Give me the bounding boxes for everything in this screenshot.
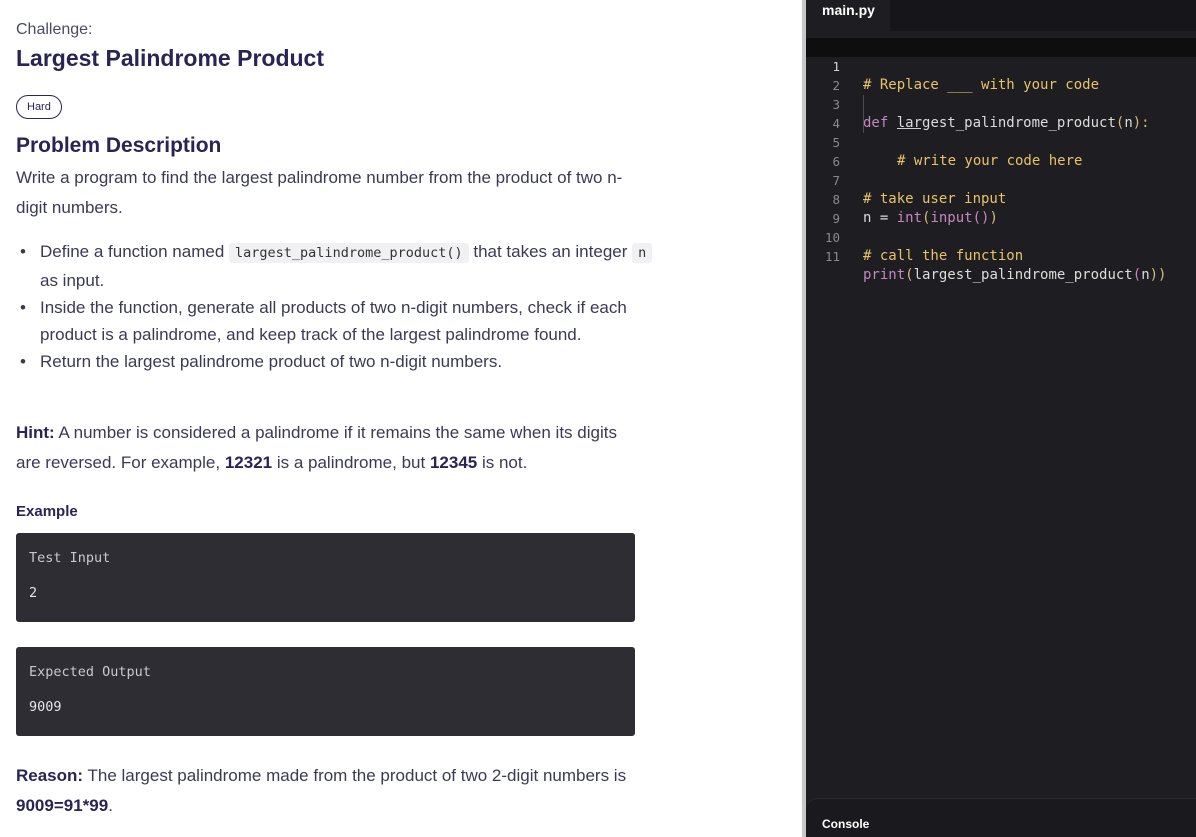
code-line[interactable]: 8 n = int(input()) xyxy=(806,171,1196,226)
indent-guide xyxy=(863,95,864,114)
list-item: Define a function named largest_palindro… xyxy=(20,238,660,294)
file-tab-main-py[interactable]: main.py xyxy=(806,0,890,31)
test-input-label: Test Input xyxy=(29,550,111,566)
expected-output-box: Expected Output 9009 xyxy=(16,647,635,736)
code-comment: # call the function xyxy=(863,248,1024,264)
problem-description-heading: Problem Description xyxy=(16,134,222,157)
expected-output-label: Expected Output xyxy=(29,664,151,680)
code-paren: ( xyxy=(905,267,914,283)
hint-text: is not. xyxy=(481,453,528,472)
indent-guide xyxy=(863,114,864,133)
code-line[interactable]: 1 # Replace ___ with your code xyxy=(806,38,1196,93)
line-content: print(largest_palindrome_product(n)) xyxy=(863,266,1166,285)
bullet-text: as input. xyxy=(40,271,105,290)
code-function-name: largest_palindrome_product xyxy=(913,267,1133,283)
reason-label: Reason: xyxy=(16,766,84,785)
code-variable: n xyxy=(1141,267,1150,283)
page-title: Largest Palindrome Product xyxy=(16,45,325,71)
code-line[interactable]: 2 xyxy=(806,57,1196,93)
problem-pane: Challenge: Largest Palindrome Product Ha… xyxy=(0,0,802,837)
reason-end: . xyxy=(108,796,113,815)
hint-text: is a palindrome, but xyxy=(276,453,426,472)
bullet-text: that takes an integer xyxy=(473,242,628,261)
code-line[interactable]: 4 # write your code here xyxy=(806,95,1196,169)
code-builtin: print xyxy=(863,267,906,283)
hint-example-palindrome: 12321 xyxy=(224,453,273,472)
line-content: # call the function xyxy=(863,247,1023,266)
expected-output-value: 9009 xyxy=(29,699,62,715)
code-paren: )) xyxy=(1149,267,1167,283)
console-label: Console xyxy=(822,817,870,831)
code-editor[interactable]: 1 # Replace ___ with your code 2 3 def l… xyxy=(806,38,1196,283)
code-line[interactable]: 9 xyxy=(806,190,1196,226)
hint-label: Hint: xyxy=(16,423,55,442)
list-item: Return the largest palindrome product of… xyxy=(20,348,660,375)
hint-paragraph: Hint: A number is considered a palindrom… xyxy=(16,418,636,478)
bullet-text: Define a function named xyxy=(40,242,225,261)
editor-tab-bar: main.py xyxy=(806,0,1196,31)
function-name-code: largest_palindrome_product() xyxy=(229,243,469,263)
code-line[interactable]: 10 # call the function xyxy=(806,209,1196,264)
code-line[interactable]: 6 xyxy=(806,133,1196,169)
problem-description-text: Write a program to find the largest pali… xyxy=(16,168,623,217)
line-number: 11 xyxy=(824,249,840,264)
code-line[interactable]: 3 def largest_palindrome_product(n): xyxy=(806,76,1196,131)
code-blank-placeholder xyxy=(897,128,921,129)
challenge-label: Challenge: xyxy=(16,21,93,38)
code-editor-pane: main.py 1 # Replace ___ with your code 2… xyxy=(806,0,1196,837)
hint-example-non-palindrome: 12345 xyxy=(429,453,478,472)
test-input-box: Test Input 2 xyxy=(16,533,635,622)
example-heading: Example xyxy=(16,503,78,520)
console-panel-toggle[interactable]: Console xyxy=(806,798,1196,837)
code-line[interactable]: 7 # take user input xyxy=(806,152,1196,207)
reason-text: The largest palindrome made from the pro… xyxy=(87,766,627,785)
param-code: n xyxy=(632,243,653,263)
code-line[interactable]: 11 print(largest_palindrome_product(n)) xyxy=(806,228,1196,283)
reason-equation: 9009=91*99 xyxy=(16,796,109,815)
test-input-value: 2 xyxy=(29,585,38,601)
list-item: Inside the function, generate all produc… xyxy=(20,294,660,348)
code-line[interactable]: 5 xyxy=(806,114,1196,150)
difficulty-badge: Hard xyxy=(16,95,62,119)
requirements-list: Define a function named largest_palindro… xyxy=(16,238,660,375)
reason-paragraph: Reason: The largest palindrome made from… xyxy=(16,761,636,821)
code-paren: ( xyxy=(1132,267,1142,283)
